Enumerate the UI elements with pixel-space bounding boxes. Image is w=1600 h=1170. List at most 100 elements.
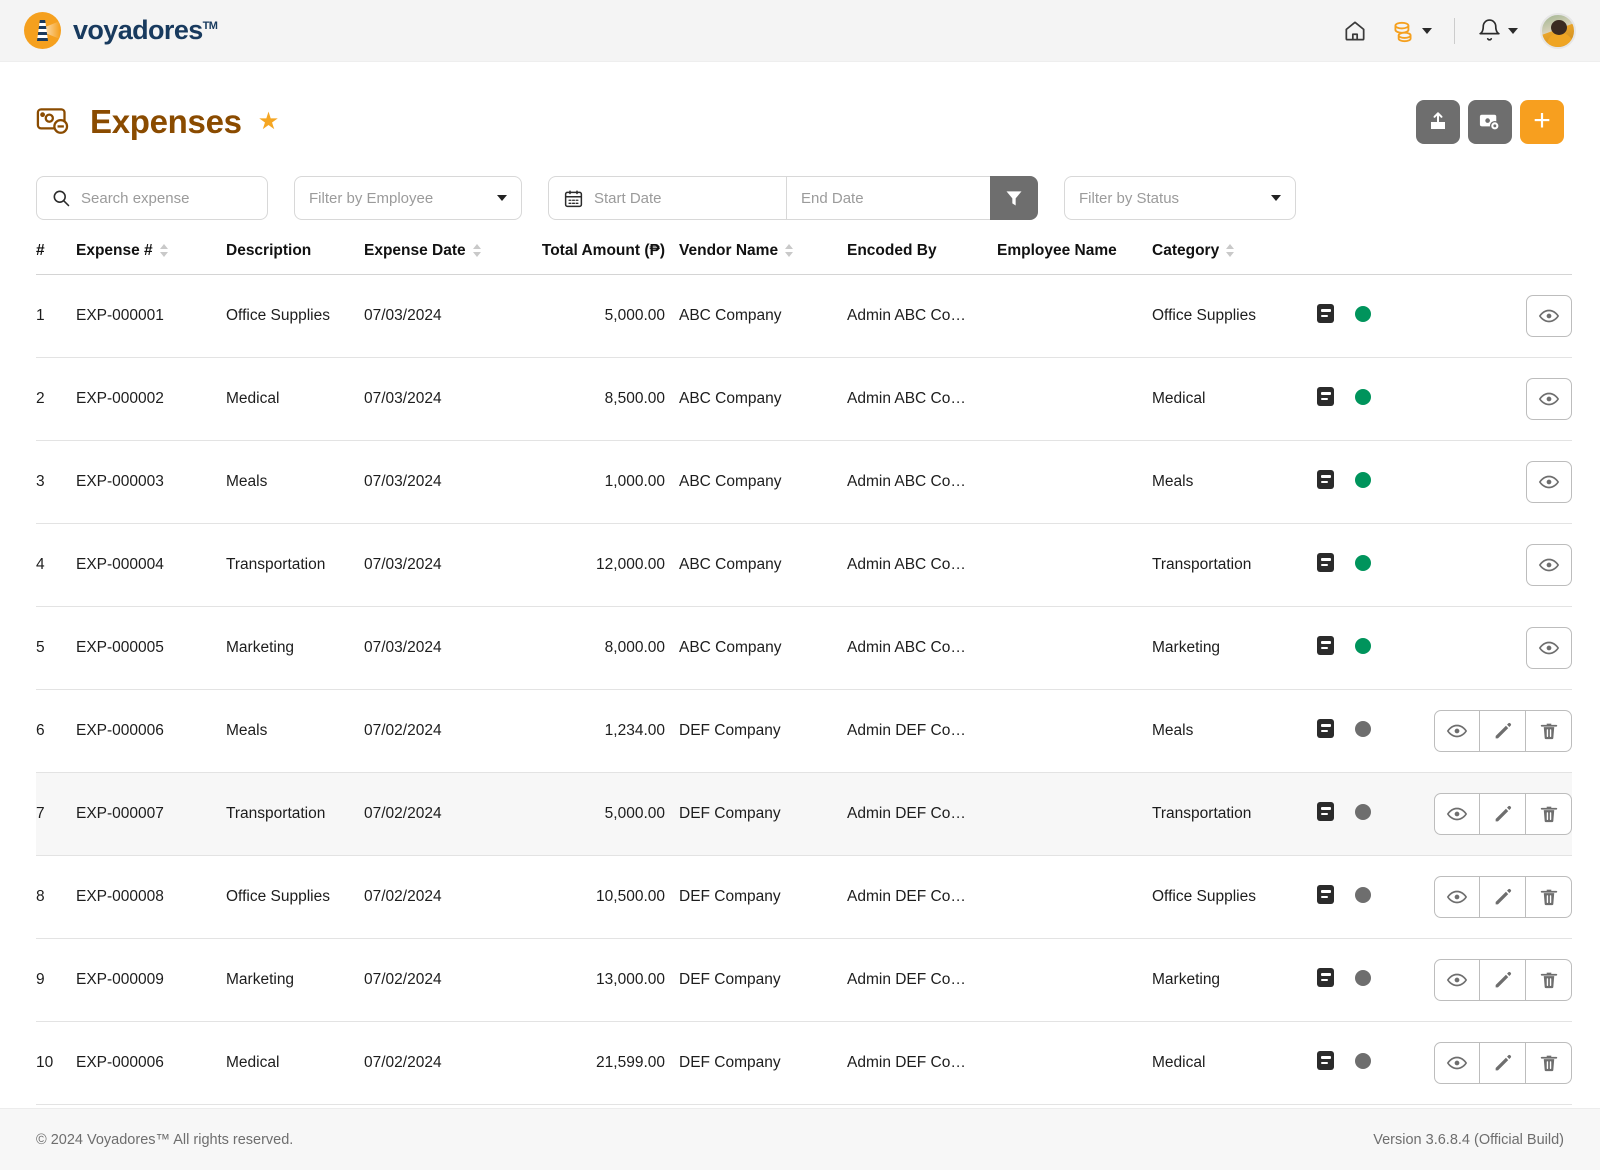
- document-icon[interactable]: [1317, 885, 1334, 904]
- status-filter-select[interactable]: Filter by Status: [1064, 176, 1296, 220]
- apply-filter-button[interactable]: [990, 176, 1038, 220]
- table-row[interactable]: 5 EXP-000005 Marketing 07/03/2024 8,000.00 AB…: [36, 606, 1572, 690]
- currency-selector-button[interactable]: [1390, 18, 1432, 44]
- edit-button[interactable]: [1480, 1042, 1526, 1084]
- view-button[interactable]: [1526, 461, 1572, 503]
- cell-document[interactable]: [1317, 855, 1355, 939]
- home-button[interactable]: [1342, 18, 1368, 44]
- table-row[interactable]: 3 EXP-000003 Meals 07/03/2024 1,000.00 ABC Co…: [36, 440, 1572, 524]
- cell-total-amount: 5,000.00: [539, 274, 679, 358]
- document-icon[interactable]: [1317, 968, 1334, 987]
- cell-expense-number: EXP-000009: [76, 938, 226, 1022]
- pencil-icon: [1495, 805, 1511, 822]
- view-button[interactable]: [1526, 627, 1572, 669]
- view-button[interactable]: [1526, 544, 1572, 586]
- cell-employee-name: [997, 855, 1152, 939]
- cell-expense-number: EXP-000002: [76, 357, 226, 441]
- table-row[interactable]: 7 EXP-000007 Transportation 07/02/2024 5,000…: [36, 772, 1572, 856]
- cell-expense-number: EXP-000005: [76, 606, 226, 690]
- cell-expense-date: 07/02/2024: [364, 1021, 539, 1105]
- cell-document[interactable]: [1317, 689, 1355, 773]
- export-button[interactable]: [1416, 100, 1460, 144]
- cell-encoded-by: Admin ABC Co…: [847, 274, 997, 358]
- notifications-button[interactable]: [1477, 18, 1518, 43]
- avatar[interactable]: [1540, 12, 1576, 49]
- view-button[interactable]: [1434, 876, 1480, 918]
- cell-document[interactable]: [1317, 606, 1355, 690]
- bell-icon: [1479, 19, 1500, 41]
- cell-document[interactable]: [1317, 440, 1355, 524]
- row-action-group: [1417, 544, 1572, 586]
- cell-document[interactable]: [1317, 1021, 1355, 1105]
- column-header-vendor-name[interactable]: Vendor Name: [679, 242, 847, 275]
- column-header-expense-number[interactable]: Expense #: [76, 242, 226, 275]
- expense-card-icon: [36, 108, 69, 134]
- view-button[interactable]: [1434, 710, 1480, 752]
- brand-logo-link[interactable]: voyadoresTM: [24, 12, 218, 49]
- table-row[interactable]: 6 EXP-000006 Meals 07/02/2024 1,234.00 DEF Co…: [36, 689, 1572, 773]
- cell-actions: [1417, 772, 1572, 856]
- table-row[interactable]: 4 EXP-000004 Transportation 07/03/2024 12,00…: [36, 523, 1572, 607]
- cell-employee-name: [997, 938, 1152, 1022]
- search-input[interactable]: Search expense: [36, 176, 268, 220]
- pencil-icon: [1495, 888, 1511, 905]
- table-row[interactable]: 10 EXP-000006 Medical 07/02/2024 21,599.00 DE…: [36, 1021, 1572, 1105]
- cell-document[interactable]: [1317, 357, 1355, 441]
- document-icon[interactable]: [1317, 1051, 1334, 1070]
- table-row[interactable]: 1 EXP-000001 Office Supplies 07/03/2024 5,00…: [36, 274, 1572, 358]
- start-date-input[interactable]: Start Date: [548, 176, 786, 220]
- favorite-star-icon[interactable]: ★: [258, 110, 280, 134]
- document-icon[interactable]: [1317, 470, 1334, 489]
- view-button[interactable]: [1434, 793, 1480, 835]
- view-button[interactable]: [1526, 378, 1572, 420]
- document-icon[interactable]: [1317, 387, 1334, 406]
- document-icon[interactable]: [1317, 304, 1334, 323]
- table-row[interactable]: 2 EXP-000002 Medical 07/03/2024 8,500.00 ABC …: [36, 357, 1572, 441]
- edit-button[interactable]: [1480, 710, 1526, 752]
- document-icon[interactable]: [1317, 553, 1334, 572]
- cell-expense-number: EXP-000004: [76, 523, 226, 607]
- document-icon[interactable]: [1317, 719, 1334, 738]
- end-date-input[interactable]: End Date: [786, 176, 990, 220]
- expense-card-button[interactable]: [1468, 100, 1512, 144]
- cell-document[interactable]: [1317, 938, 1355, 1022]
- table-row[interactable]: 8 EXP-000008 Office Supplies 07/02/2024 10,5…: [36, 855, 1572, 939]
- delete-button[interactable]: [1526, 959, 1572, 1001]
- sort-icon[interactable]: [785, 244, 794, 257]
- cell-employee-name: [997, 606, 1152, 690]
- view-button[interactable]: [1526, 295, 1572, 337]
- sort-icon[interactable]: [1226, 244, 1235, 257]
- edit-button[interactable]: [1480, 876, 1526, 918]
- cell-document[interactable]: [1317, 274, 1355, 358]
- cell-encoded-by: Admin DEF Co…: [847, 772, 997, 856]
- cell-document[interactable]: [1317, 772, 1355, 856]
- cell-document[interactable]: [1317, 523, 1355, 607]
- funnel-icon: [1006, 191, 1022, 206]
- cell-status: [1355, 523, 1417, 607]
- cell-category: Transportation: [1152, 523, 1317, 607]
- home-icon: [1345, 20, 1365, 41]
- table-row[interactable]: 9 EXP-000009 Marketing 07/02/2024 13,000.00 D…: [36, 938, 1572, 1022]
- cell-total-amount: 12,000.00: [539, 523, 679, 607]
- cell-category: Medical: [1152, 1021, 1317, 1105]
- end-date-placeholder: End Date: [801, 189, 864, 207]
- column-header-expense-date[interactable]: Expense Date: [364, 242, 539, 275]
- sort-icon[interactable]: [472, 244, 482, 257]
- cell-expense-number: EXP-000008: [76, 855, 226, 939]
- edit-button[interactable]: [1480, 793, 1526, 835]
- eye-icon: [1446, 724, 1468, 738]
- add-expense-button[interactable]: +: [1520, 100, 1564, 144]
- delete-button[interactable]: [1526, 710, 1572, 752]
- document-icon[interactable]: [1317, 802, 1334, 821]
- edit-button[interactable]: [1480, 959, 1526, 1001]
- delete-button[interactable]: [1526, 793, 1572, 835]
- sort-icon[interactable]: [159, 244, 169, 257]
- view-button[interactable]: [1434, 959, 1480, 1001]
- document-icon[interactable]: [1317, 636, 1334, 655]
- view-button[interactable]: [1434, 1042, 1480, 1084]
- delete-button[interactable]: [1526, 1042, 1572, 1084]
- employee-filter-select[interactable]: Filter by Employee: [294, 176, 522, 220]
- cell-expense-number: EXP-000003: [76, 440, 226, 524]
- delete-button[interactable]: [1526, 876, 1572, 918]
- column-header-category[interactable]: Category: [1152, 242, 1317, 275]
